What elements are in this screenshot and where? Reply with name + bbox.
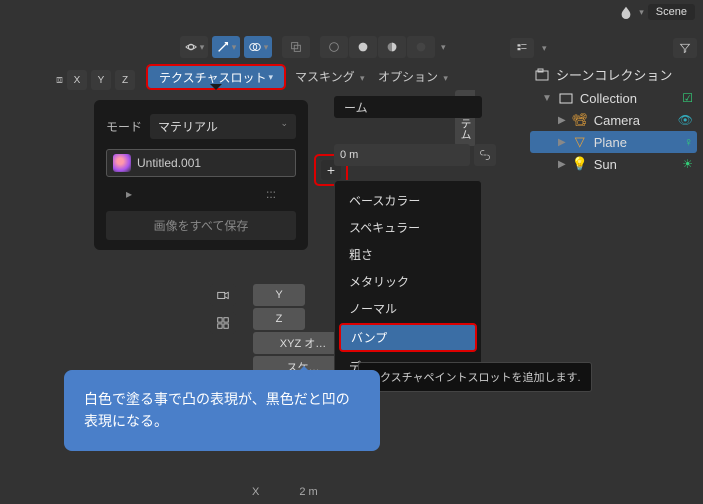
mirror-y[interactable]: Y bbox=[91, 70, 111, 90]
menu-item-normal[interactable]: ノーマル bbox=[335, 295, 481, 322]
camera-view-icon[interactable] bbox=[210, 284, 236, 306]
camera-icon: 📽 bbox=[572, 112, 588, 128]
outliner-filter[interactable] bbox=[673, 38, 697, 58]
menu-item-basecolor[interactable]: ベースカラー bbox=[335, 187, 481, 214]
xray-toggle[interactable] bbox=[282, 36, 310, 58]
outliner-display-mode[interactable] bbox=[510, 38, 534, 58]
outliner-label: Collection bbox=[580, 91, 637, 106]
mode-label: モード bbox=[106, 118, 142, 135]
annotation-callout: 白色で塗る事で凸の表現が、黒色だと凹の表現になる。 bbox=[64, 370, 380, 451]
tooltip: テクスチャペイントスロットを追加します. bbox=[358, 362, 592, 392]
disclosure-icon[interactable]: ▶ bbox=[558, 115, 566, 126]
chevron-down-icon: ▾ bbox=[542, 43, 547, 54]
hide-toggle[interactable]: ♀ bbox=[684, 135, 693, 149]
mirror-x[interactable]: X bbox=[67, 70, 87, 90]
menu-item-bump[interactable]: バンプ bbox=[339, 323, 477, 352]
outliner-label: シーンコレクション bbox=[556, 65, 672, 84]
outliner-label: Sun bbox=[594, 157, 617, 172]
outliner-item-camera[interactable]: ▶ 📽 Camera 👁 bbox=[530, 109, 697, 131]
texture-slot-item[interactable]: Untitled.001 bbox=[106, 149, 296, 177]
mirror-z[interactable]: Z bbox=[115, 70, 135, 90]
restrict-toggle[interactable]: ☑ bbox=[682, 91, 693, 105]
outliner-collection[interactable]: ▼ Collection ☑ bbox=[530, 87, 697, 109]
mode-value: マテリアル bbox=[158, 118, 218, 135]
drag-handle-icon[interactable]: ::: bbox=[266, 187, 276, 201]
wireframe-shading[interactable] bbox=[320, 36, 348, 58]
chevron-down-icon: ▾ bbox=[269, 72, 274, 83]
viewport-toolbar: ▾ ▾ ▾ ▾ bbox=[180, 36, 446, 58]
chevron-down-icon: ⌄ bbox=[280, 118, 288, 135]
texture-slot-panel: モード マテリアル ⌄ Untitled.001 ▸ ::: 画像をすべて保存 bbox=[94, 100, 308, 250]
ruler-value: 2 m bbox=[299, 486, 317, 498]
context-menu-header-suffix: ーム bbox=[334, 96, 482, 118]
ink-drop-icon bbox=[619, 5, 633, 19]
solid-shading[interactable] bbox=[349, 36, 377, 58]
hide-toggle[interactable]: ☀ bbox=[682, 157, 693, 171]
light-icon: 💡 bbox=[572, 156, 588, 172]
masking-dropdown[interactable]: マスキング ▾ bbox=[295, 68, 365, 85]
menu-item-roughness[interactable]: 粗さ bbox=[335, 241, 481, 268]
disclosure-icon[interactable]: ▶ bbox=[558, 137, 566, 148]
options-dropdown[interactable]: オプション ▾ bbox=[378, 68, 448, 85]
texture-name: Untitled.001 bbox=[137, 156, 201, 170]
outliner-label: Plane bbox=[594, 135, 627, 150]
disclosure-icon[interactable]: ▼ bbox=[542, 93, 552, 104]
collection-icon bbox=[558, 90, 574, 106]
texture-thumbnail bbox=[113, 154, 131, 172]
expand-icon[interactable]: ▸ bbox=[126, 187, 132, 201]
gizmo-dropdown[interactable]: ▾ bbox=[212, 36, 240, 58]
dimension-field[interactable]: 0 m bbox=[334, 144, 470, 166]
link-icon[interactable] bbox=[474, 144, 496, 166]
outliner-item-sun[interactable]: ▶ 💡 Sun ☀ bbox=[530, 153, 697, 175]
menu-item-metallic[interactable]: メタリック bbox=[335, 268, 481, 295]
grid-icon[interactable] bbox=[210, 312, 236, 334]
overlay-dropdown[interactable]: ▾ bbox=[244, 36, 272, 58]
ruler-axis: X bbox=[252, 486, 259, 498]
visibility-dropdown[interactable]: ▾ bbox=[180, 36, 208, 58]
save-all-images-button[interactable]: 画像をすべて保存 bbox=[106, 211, 296, 240]
mirror-icon: ⧈ bbox=[56, 74, 63, 87]
outliner-label: Camera bbox=[594, 113, 640, 128]
texture-slot-label: テクスチャスロット bbox=[159, 69, 267, 86]
texture-slot-dropdown[interactable]: テクスチャスロット ▾ bbox=[146, 64, 286, 90]
chevron-down-icon: ▾ bbox=[639, 7, 644, 18]
outliner-item-plane[interactable]: ▶ ▽ Plane ♀ bbox=[530, 131, 697, 153]
matprev-shading[interactable] bbox=[378, 36, 406, 58]
rendered-shading[interactable] bbox=[407, 36, 435, 58]
axis-field-z[interactable]: Z bbox=[253, 308, 305, 330]
axis-field-y[interactable]: Y bbox=[253, 284, 305, 306]
mode-select[interactable]: マテリアル ⌄ bbox=[150, 114, 296, 139]
collection-icon bbox=[534, 67, 550, 83]
hide-toggle[interactable]: 👁 bbox=[678, 113, 693, 127]
scene-selector[interactable]: Scene bbox=[648, 4, 695, 20]
outliner-tree: シーンコレクション ▼ Collection ☑ ▶ 📽 Camera 👁 ▨ … bbox=[530, 62, 697, 175]
slot-type-menu: ベースカラー スペキュラー 粗さ メタリック ノーマル バンプ ディ bbox=[334, 180, 482, 387]
outliner-scene-collection[interactable]: シーンコレクション bbox=[530, 62, 697, 87]
mesh-icon: ▽ bbox=[572, 134, 588, 150]
chevron-down-icon: ▾ bbox=[441, 42, 446, 53]
menu-item-specular[interactable]: スペキュラー bbox=[335, 214, 481, 241]
disclosure-icon[interactable]: ▶ bbox=[558, 159, 566, 170]
